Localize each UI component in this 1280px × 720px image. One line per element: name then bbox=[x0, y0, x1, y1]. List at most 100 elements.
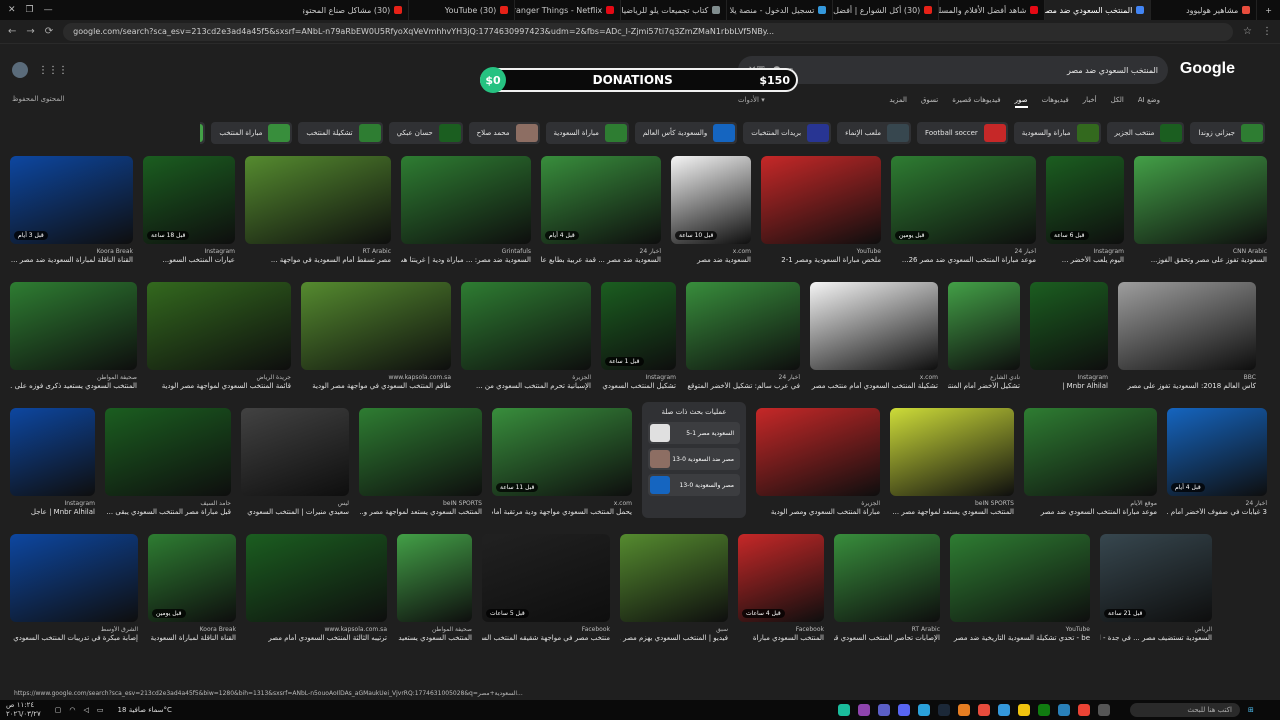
image-result[interactable]: YouTube ملخص مباراة السعودية ومصر 1-2 bbox=[761, 156, 881, 264]
result-source[interactable]: الرياض bbox=[1100, 626, 1212, 633]
result-source[interactable]: x.com bbox=[492, 500, 632, 507]
related-chip[interactable]: بريدات المنتخبات bbox=[743, 122, 832, 144]
result-title[interactable]: القناة الناقلة لمباراة السعودية bbox=[148, 634, 237, 642]
result-source[interactable]: x.com bbox=[671, 248, 751, 255]
result-title[interactable]: تشكيل المنتخب السعودي bbox=[601, 382, 676, 390]
result-thumbnail[interactable] bbox=[105, 408, 231, 496]
result-thumbnail[interactable] bbox=[1030, 282, 1108, 370]
result-source[interactable]: RT Arabic bbox=[245, 248, 391, 255]
result-thumbnail[interactable] bbox=[245, 156, 391, 244]
image-result[interactable]: قبل 1 ساعة Instagram تشكيل المنتخب السعودي bbox=[601, 282, 676, 390]
result-title[interactable]: المنتخب السعودي يستعد لمواجهة مصر و... bbox=[359, 508, 482, 516]
result-source[interactable]: YouTube bbox=[761, 248, 881, 255]
search-type-tab[interactable]: أخبار bbox=[1083, 96, 1097, 108]
result-title[interactable]: موعد مباراة المنتخب السعودي ضد مصر bbox=[1024, 508, 1157, 516]
menu-icon[interactable]: ⋮ bbox=[1262, 26, 1272, 37]
result-thumbnail[interactable] bbox=[1024, 408, 1157, 496]
result-source[interactable]: Koora Break bbox=[10, 248, 133, 255]
result-title[interactable]: يحمل المنتخب السعودي مواجهة ودية مرتقبة … bbox=[492, 508, 632, 516]
result-thumbnail[interactable]: قبل 21 ساعة bbox=[1100, 534, 1212, 622]
taskbar-clock[interactable]: ١١:٢٤ ص ٢٠٢٦/٠٣/٢٧ bbox=[0, 701, 47, 719]
image-result[interactable]: Grintafuls السعودية ضد مصر: ... مباراة ود… bbox=[401, 156, 531, 264]
result-title[interactable]: سعيدي منيرات | المنتخب السعودي bbox=[241, 508, 349, 516]
app-icon[interactable] bbox=[1057, 704, 1070, 716]
windows-start-icon[interactable]: ⊞ bbox=[1240, 706, 1262, 714]
result-thumbnail[interactable] bbox=[1118, 282, 1256, 370]
tools-button[interactable]: الأدوات ▾ bbox=[738, 96, 765, 104]
result-source[interactable]: Facebook bbox=[482, 626, 610, 633]
image-result[interactable]: RT Arabic الإصابات تحاصر المنتخب السعودي … bbox=[834, 534, 940, 642]
result-source[interactable]: Grintafuls bbox=[401, 248, 531, 255]
search-box[interactable]: ✕ ▣ ● ⌕ المنتخب السعودي ضد مصر bbox=[738, 56, 1168, 84]
image-result[interactable]: Instagram Mnbr Alhilal | bbox=[1030, 282, 1108, 390]
image-result[interactable]: CNN Arabic السعودية تفوز على مصر وتحقق ال… bbox=[1134, 156, 1267, 264]
result-thumbnail[interactable] bbox=[461, 282, 591, 370]
result-title[interactable]: قائمة المنتخب السعودي لمواجهة مصر الودية bbox=[147, 382, 291, 390]
image-result[interactable]: قبل 5 ساعات Facebook منتخب مصر في مواجهة ش… bbox=[482, 534, 610, 642]
related-chip[interactable]: منتخب الجزير bbox=[1106, 122, 1185, 144]
result-thumbnail[interactable] bbox=[359, 408, 482, 496]
maximize-window-icon[interactable]: ❐ bbox=[26, 5, 34, 15]
image-result[interactable]: ليس سعيدي منيرات | المنتخب السعودي bbox=[241, 408, 349, 516]
result-title[interactable]: اليوم يلعب الأخضر ... bbox=[1046, 256, 1124, 264]
browser-tab[interactable]: Stranger Things - Netflix bbox=[515, 0, 622, 20]
app-icon[interactable] bbox=[957, 704, 970, 716]
result-thumbnail[interactable] bbox=[301, 282, 451, 370]
result-thumbnail[interactable] bbox=[10, 282, 137, 370]
result-thumbnail[interactable] bbox=[950, 534, 1090, 622]
image-result[interactable]: صحيفة المواطنالمنتخب السعودي يستعيد ذكرى… bbox=[10, 282, 137, 390]
related-search-item[interactable]: مصر ضد السعودية 0-13 bbox=[648, 448, 740, 470]
result-source[interactable]: ليس bbox=[241, 500, 349, 507]
related-search-item[interactable]: السعودية مصر 1-5 bbox=[648, 422, 740, 444]
result-title[interactable]: القناة الناقلة لمباراة السعودية ضد مصر .… bbox=[10, 256, 133, 264]
result-title[interactable]: قبل مباراة مصر المنتخب السعودي يبقى ... bbox=[105, 508, 231, 516]
result-source[interactable]: موقع الأيام bbox=[1024, 500, 1157, 507]
steam-app-icon[interactable] bbox=[937, 704, 950, 716]
image-result[interactable]: beIN SPORTS المنتخب السعودي يستعد لمواجهة… bbox=[359, 408, 482, 516]
result-thumbnail[interactable]: قبل 5 ساعات bbox=[482, 534, 610, 622]
result-thumbnail[interactable] bbox=[1134, 156, 1267, 244]
result-title[interactable]: السعودية ضد مصر ... قمة عربية بطابع عالم… bbox=[541, 256, 661, 264]
search-type-tab[interactable]: فيديوهات bbox=[1042, 96, 1069, 108]
result-source[interactable]: صحيفة المواطن bbox=[10, 374, 137, 381]
result-source[interactable]: Instagram bbox=[601, 374, 676, 381]
result-source[interactable]: YouTube bbox=[950, 626, 1090, 633]
related-chip[interactable]: تشكيلة المنتخب bbox=[298, 122, 383, 144]
result-thumbnail[interactable] bbox=[756, 408, 880, 496]
result-source[interactable]: نادي الشارع bbox=[948, 374, 1020, 381]
image-result[interactable]: جريدة الرياض قائمة المنتخب السعودي لمواجه… bbox=[147, 282, 291, 390]
image-result[interactable]: الشرق الأوسط إصابة مبكرة في تدريبات المنت… bbox=[10, 534, 138, 642]
image-result[interactable]: حامد السيف قبل مباراة مصر المنتخب السعودي… bbox=[105, 408, 231, 516]
result-title[interactable]: منتخب مصر في مواجهة شقيقه المنتخب السعود… bbox=[482, 634, 610, 642]
result-thumbnail[interactable] bbox=[10, 534, 138, 622]
result-source[interactable]: أخبار 24 bbox=[891, 248, 1036, 255]
result-title[interactable]: ترتيبه الثالثة المنتخب السعودي أمام مصر bbox=[246, 634, 387, 642]
file-explorer-icon[interactable] bbox=[1017, 704, 1030, 716]
result-title[interactable]: مباراة المنتخب السعودي ومصر الودية bbox=[756, 508, 880, 516]
image-result[interactable]: YouTube be - تحدي تشكيلة السعودية التاريخ… bbox=[950, 534, 1090, 642]
image-result[interactable]: RT Arabic مصر تسقط أمام السعودية في مواجه… bbox=[245, 156, 391, 264]
notification-icon[interactable]: ▢ bbox=[55, 706, 62, 714]
network-icon[interactable]: ◠ bbox=[69, 706, 75, 714]
image-result[interactable]: قبل يومين أخبار 24 موعد مباراة المنتخب الس… bbox=[891, 156, 1036, 264]
image-result[interactable]: سبق فيديو | المنتخب السعودي يهزم مصر ... bbox=[620, 534, 728, 642]
browser-tab[interactable]: كتاب تجميعات يلو للرياضيات 28 bbox=[621, 0, 728, 20]
weather-widget[interactable]: سماء صافية 18°C bbox=[112, 706, 178, 714]
bookmark-star-icon[interactable]: ☆ bbox=[1243, 26, 1252, 37]
search-input[interactable]: المنتخب السعودي ضد مصر bbox=[804, 66, 1158, 75]
app-icon[interactable] bbox=[997, 704, 1010, 716]
image-result[interactable]: أخبار 24 في عرب سالم: تشكيل الأخضر المتوق… bbox=[686, 282, 800, 390]
volume-icon[interactable]: ◁ bbox=[84, 706, 89, 714]
google-logo[interactable]: Google bbox=[1180, 60, 1235, 78]
xbox-app-icon[interactable] bbox=[1037, 704, 1050, 716]
image-result[interactable]: قبل 10 ساعة x.com السعودية ضد مصر bbox=[671, 156, 751, 264]
search-type-tab[interactable]: فيديوهات قصيرة bbox=[952, 96, 1000, 108]
related-chip[interactable]: مباراة السعودية bbox=[545, 122, 629, 144]
result-thumbnail[interactable] bbox=[686, 282, 800, 370]
result-source[interactable]: Instagram bbox=[1046, 248, 1124, 255]
result-thumbnail[interactable]: قبل 4 أيام bbox=[541, 156, 661, 244]
result-source[interactable]: أخبار 24 bbox=[541, 248, 661, 255]
photos-app-icon[interactable] bbox=[837, 704, 850, 716]
image-result[interactable]: x.com تشكيلة المنتخب السعودي أمام منتخب م… bbox=[810, 282, 938, 390]
result-title[interactable]: السعودية ضد مصر: ... مباراة ودية | غرينت… bbox=[401, 256, 531, 264]
